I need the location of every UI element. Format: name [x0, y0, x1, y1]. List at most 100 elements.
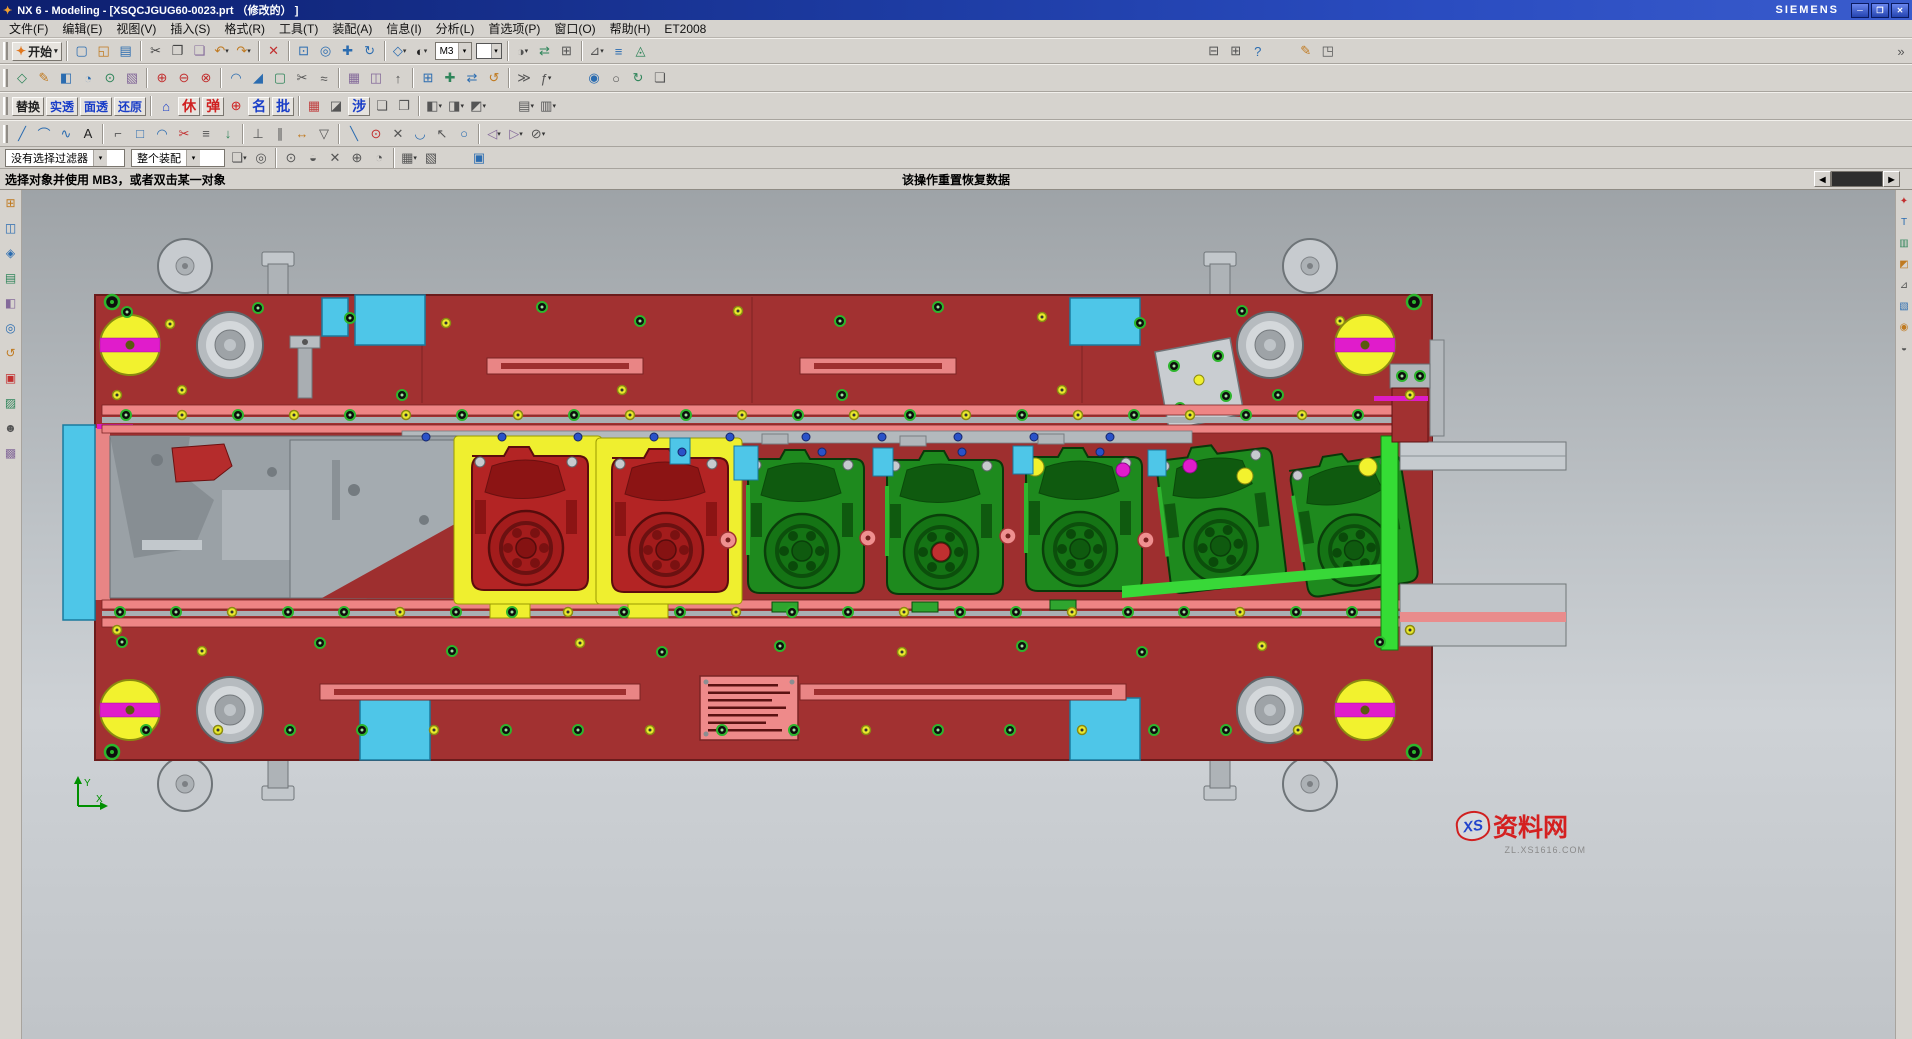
offset-face-icon[interactable]: ↑ [387, 67, 409, 89]
datum-plane-icon[interactable]: ◇ [11, 67, 33, 89]
name-button[interactable]: 名 [248, 97, 270, 116]
start-button[interactable]: ✦ 开始 ▾ [12, 42, 62, 61]
constraint-navigator-icon[interactable]: ◫ [2, 219, 20, 237]
context-help-icon[interactable]: ? [1247, 40, 1269, 62]
sketch-text-icon[interactable]: A [77, 123, 99, 145]
sew-icon[interactable]: ≈ [313, 67, 335, 89]
reuse-library-icon[interactable]: ▤ [2, 269, 20, 287]
menu-view[interactable]: 视图(V) [109, 20, 163, 37]
sketch-icon[interactable]: ✎ [33, 67, 55, 89]
line2-icon[interactable]: ╲ [343, 123, 365, 145]
forming-station-2[interactable] [612, 449, 728, 592]
view-manipulation-icon[interactable]: ▧ [1897, 299, 1912, 314]
face-transparent-button[interactable]: 面透 [80, 97, 112, 116]
subtract-icon[interactable]: ⊖ [173, 67, 195, 89]
arc-icon[interactable]: ⌒ [33, 123, 55, 145]
system-scenes-icon[interactable]: ▩ [2, 444, 20, 462]
corner-icon[interactable]: ⌐ [107, 123, 129, 145]
hole-icon[interactable]: ⊙ [99, 67, 121, 89]
edit-display-icon[interactable]: ◉ [583, 67, 605, 89]
measure-tool-icon[interactable]: ⊿ [1897, 278, 1912, 293]
snap-view-icon[interactable]: ⊞ [556, 40, 578, 62]
view-combo[interactable]: M3▾ [435, 42, 472, 60]
copy-icon[interactable]: ❐ [167, 40, 189, 62]
batch-button[interactable]: 批 [272, 97, 294, 116]
scroll-right-icon[interactable]: ▶ [1883, 171, 1900, 187]
target-point-icon[interactable]: ⊕ [225, 95, 247, 117]
sheet-metal-strip[interactable] [110, 436, 462, 598]
chamfer-icon[interactable]: ◢ [247, 67, 269, 89]
part-navigator-icon[interactable]: ◈ [2, 244, 20, 262]
window-tile-icon[interactable]: ⊞ [1225, 40, 1247, 62]
toolbar-grip[interactable] [3, 97, 8, 115]
scroll-left-icon[interactable]: ◀ [1814, 171, 1831, 187]
history-icon[interactable]: ↺ [2, 344, 20, 362]
manufacturing-wizard-icon[interactable]: ▨ [2, 394, 20, 412]
dimension-icon[interactable]: ↔ [291, 123, 313, 145]
text-note-icon[interactable]: T [1897, 215, 1912, 230]
menu-edit[interactable]: 编辑(E) [55, 20, 109, 37]
stripper-insert-plate[interactable] [1155, 338, 1244, 430]
snap-center-icon[interactable]: ⊕ [346, 147, 368, 169]
auto-constrain-icon[interactable]: ▽ [313, 123, 335, 145]
graphics-window[interactable]: Y X XS 资料网 ZL.XS1616.COM [22, 190, 1895, 1039]
block-icon[interactable]: ▧ [121, 67, 143, 89]
tool-palette-icon[interactable]: ▤▾ [515, 95, 537, 117]
project-curve-icon[interactable]: ↓ [217, 123, 239, 145]
replace-component-icon[interactable]: ↺ [483, 67, 505, 89]
intersection-point-icon[interactable]: ✕ [387, 123, 409, 145]
clip-section-icon[interactable]: ◒ [1897, 341, 1912, 356]
update-session-icon[interactable]: ↻ [627, 67, 649, 89]
menu-preferences[interactable]: 首选项(P) [481, 20, 547, 37]
orient-view-icon[interactable]: ◇▾ [389, 40, 411, 62]
menu-window[interactable]: 窗口(O) [547, 20, 602, 37]
message-scrollbar[interactable]: ◀ ▶ [1814, 171, 1900, 187]
menu-help[interactable]: 帮助(H) [603, 20, 658, 37]
edge-blend-icon[interactable]: ◠ [225, 67, 247, 89]
intersect-icon[interactable]: ⊗ [195, 67, 217, 89]
tool-name-plate[interactable] [700, 676, 798, 740]
snap-intersection-icon[interactable]: ✕ [324, 147, 346, 169]
tool-palette2-icon[interactable]: ▥▾ [537, 95, 559, 117]
toolbar-overflow-icon[interactable]: » [1890, 40, 1912, 62]
title-bar[interactable]: ✦ NX 6 - Modeling - [XSQCJGUG60-0023.prt… [0, 0, 1912, 20]
display-mode-icon[interactable]: ◩▾ [467, 95, 489, 117]
paste-icon[interactable]: ❏ [189, 40, 211, 62]
menu-information[interactable]: 信息(I) [379, 20, 428, 37]
frame-select-icon[interactable]: ❏ [371, 95, 393, 117]
object-color-swatch[interactable]: ▾ [476, 43, 502, 59]
menu-assemblies[interactable]: 装配(A) [325, 20, 379, 37]
assembly-constraints-icon[interactable]: ⊞ [417, 67, 439, 89]
highlight-icon[interactable]: ◎ [250, 147, 272, 169]
filter-edges-icon[interactable]: ◨▾ [445, 95, 467, 117]
color-palette-icon[interactable]: ◩ [1897, 257, 1912, 272]
view-popup-icon[interactable]: ◳ [1317, 40, 1339, 62]
menu-tools[interactable]: 工具(T) [272, 20, 325, 37]
show-component-icon[interactable]: ○ [605, 67, 627, 89]
menu-format[interactable]: 格式(R) [217, 20, 272, 37]
move-object-icon[interactable]: ⇄ [534, 40, 556, 62]
measure-icon[interactable]: ⊿▾ [586, 40, 608, 62]
move-component-icon[interactable]: ⇄ [461, 67, 483, 89]
zoom-icon[interactable]: ◎ [315, 40, 337, 62]
solid-transparent-button[interactable]: 实透 [46, 97, 78, 116]
work-layer-icon[interactable]: ▧ [420, 147, 442, 169]
toolbar-grip[interactable] [3, 42, 8, 60]
snap-midpoint-icon[interactable]: ◒ [302, 147, 324, 169]
minimize-button[interactable]: ─ [1851, 3, 1869, 18]
restore-button[interactable]: ❐ [1871, 3, 1889, 18]
suppress-button[interactable]: 休 [178, 97, 200, 116]
fit-view-icon[interactable]: ⊡ [293, 40, 315, 62]
chevron-down-icon[interactable]: ▾ [93, 150, 107, 166]
close-button[interactable]: ✕ [1891, 3, 1909, 18]
menu-et2008[interactable]: ET2008 [657, 20, 713, 37]
offset-curve-icon[interactable]: ≡ [195, 123, 217, 145]
render-style-icon[interactable]: ◐▾ [411, 40, 433, 62]
analysis-icon[interactable]: ◬ [630, 40, 652, 62]
fullscreen-icon[interactable]: ✦ [1897, 194, 1912, 209]
wade-button[interactable]: 涉 [348, 97, 370, 116]
add-component-icon[interactable]: ✚ [439, 67, 461, 89]
assembly-navigator-icon[interactable]: ⊞ [2, 194, 20, 212]
web-browser-icon[interactable]: ◎ [2, 319, 20, 337]
sketch-edit-icon[interactable]: ✎ [1295, 40, 1317, 62]
